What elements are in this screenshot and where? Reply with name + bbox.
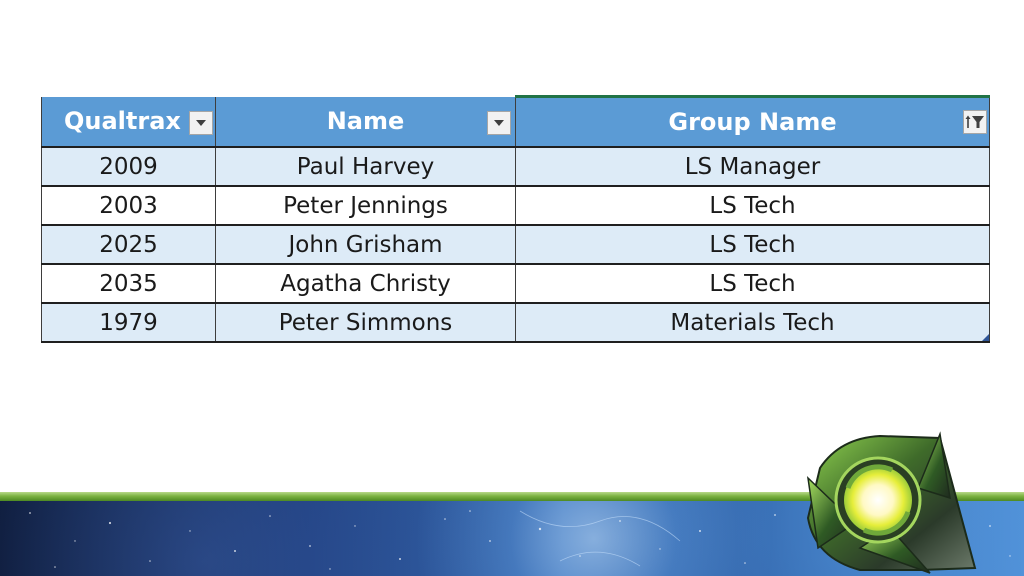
cell-name[interactable]: Agatha Christy xyxy=(215,263,516,304)
cell-qualtrax-id[interactable]: 2003 xyxy=(41,185,216,226)
column-header-label: Qualtrax I xyxy=(64,106,199,135)
cell-group-name[interactable]: LS Tech xyxy=(515,263,990,304)
user-group-table: Qualtrax I Name Group Name 2009 Paul Har… xyxy=(41,95,990,343)
cell-name[interactable]: Paul Harvey xyxy=(215,146,516,187)
table-row[interactable]: 2025 John Grisham LS Tech xyxy=(41,224,990,265)
dropdown-arrow-icon xyxy=(494,119,504,126)
qualtrax-id-filter-button[interactable] xyxy=(189,110,213,135)
sort-filter-icon xyxy=(965,115,984,128)
cell-name[interactable]: Peter Simmons xyxy=(215,302,516,343)
cell-group-name[interactable]: Materials Tech xyxy=(515,302,990,343)
cell-group-name[interactable]: LS Manager xyxy=(515,146,990,187)
column-header-label: Name xyxy=(326,107,405,136)
dropdown-arrow-icon xyxy=(196,119,206,126)
column-header-label: Group Name xyxy=(668,108,837,136)
cell-qualtrax-id[interactable]: 2035 xyxy=(41,263,216,304)
table-row[interactable]: 2035 Agatha Christy LS Tech xyxy=(41,263,990,304)
column-header-group-name[interactable]: Group Name xyxy=(515,95,990,147)
name-filter-button[interactable] xyxy=(487,110,511,135)
cell-qualtrax-id[interactable]: 2009 xyxy=(41,146,216,187)
data-table-container: Qualtrax I Name Group Name 2009 Paul Har… xyxy=(41,95,991,343)
cell-group-name[interactable]: LS Tech xyxy=(515,224,990,265)
table-row[interactable]: 2009 Paul Harvey LS Manager xyxy=(41,146,990,187)
table-row[interactable]: 2003 Peter Jennings LS Tech xyxy=(41,185,990,226)
cell-qualtrax-id[interactable]: 1979 xyxy=(41,302,216,343)
cell-group-name[interactable]: LS Tech xyxy=(515,185,990,226)
cell-name[interactable]: John Grisham xyxy=(215,224,516,265)
cell-qualtrax-id[interactable]: 2025 xyxy=(41,224,216,265)
qualtrax-logo xyxy=(806,431,977,574)
table-resize-handle[interactable] xyxy=(982,334,989,341)
group-name-filter-button[interactable] xyxy=(963,110,987,134)
column-header-qualtrax-id[interactable]: Qualtrax I xyxy=(41,96,216,147)
cell-name[interactable]: Peter Jennings xyxy=(215,185,516,226)
table-row[interactable]: 1979 Peter Simmons Materials Tech xyxy=(41,302,990,343)
column-header-name[interactable]: Name xyxy=(215,96,516,147)
table-header-row: Qualtrax I Name Group Name xyxy=(41,95,990,147)
